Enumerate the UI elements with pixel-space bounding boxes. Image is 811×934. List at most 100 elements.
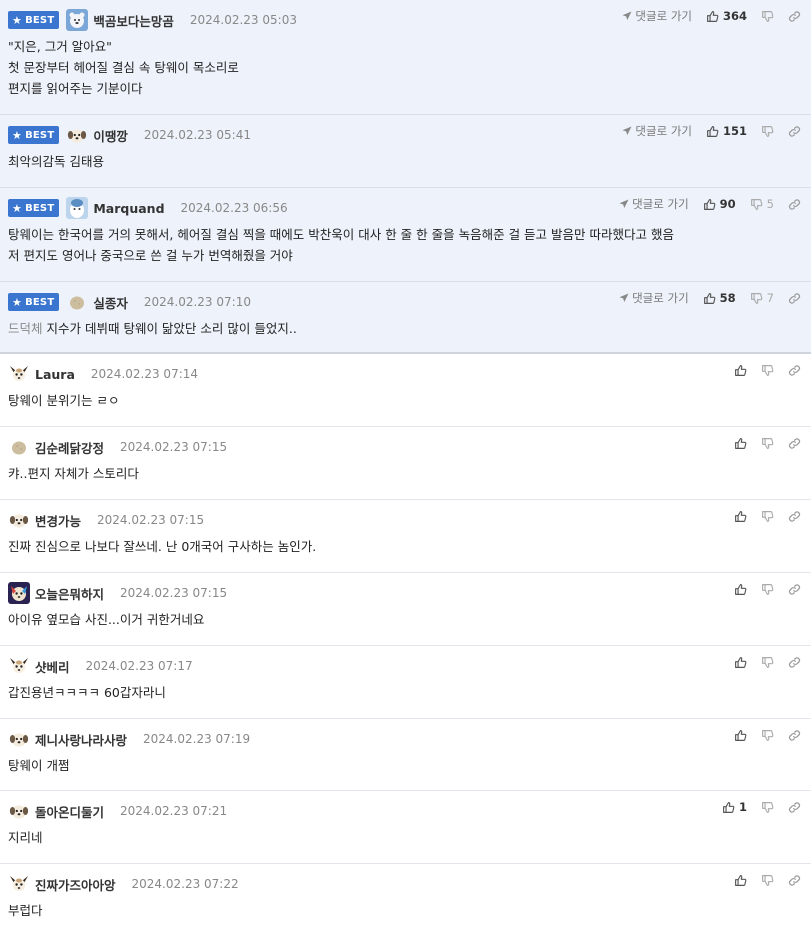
upvote-button[interactable]: 364 [706, 9, 747, 23]
comment-actions [720, 362, 801, 378]
comment-actions: 댓글로 가기 364 [622, 8, 801, 24]
downvote-button[interactable] [761, 437, 774, 450]
thumbs-up-icon [734, 729, 747, 742]
comment-line: 탕웨이 분위기는 ㄹㅇ [8, 390, 803, 411]
downvote-button[interactable]: 5 [750, 197, 774, 211]
avatar[interactable] [8, 873, 30, 895]
upvote-count: 364 [722, 9, 747, 23]
username[interactable]: Marquand [93, 201, 164, 216]
avatar[interactable] [66, 197, 89, 219]
upvote-button[interactable] [734, 729, 747, 742]
go-to-comment-link[interactable]: 댓글로 가기 [619, 290, 689, 306]
downvote-button[interactable] [761, 656, 774, 669]
thumbs-down-icon [761, 656, 774, 669]
comment-text: 부럽다 [8, 903, 43, 918]
username[interactable]: 제니사랑나라사랑 [35, 730, 127, 749]
comment-line: 첫 문장부터 헤어질 결심 속 탕웨이 목소리로 [8, 57, 803, 78]
comment: 샷베리 2024.02.23 07:17 갑진용년ㅋㅋㅋㅋ 60갑자라니 [0, 646, 811, 719]
upvote-button[interactable]: 90 [703, 197, 736, 211]
comment-header: 김순례닭강정 2024.02.23 07:15 [8, 436, 803, 458]
copy-link-button[interactable] [788, 10, 801, 23]
copy-link-button[interactable] [788, 729, 801, 742]
comment-text: 탕웨이 개쩜 [8, 758, 70, 773]
upvote-button[interactable] [734, 583, 747, 596]
avatar[interactable] [8, 509, 30, 531]
go-to-comment-link[interactable]: 댓글로 가기 [622, 8, 692, 24]
comment: 오늘은뭐하지 2024.02.23 07:15 아이유 옆모습 사진...이거 귀한… [0, 573, 811, 646]
comment-text: "지은, 그거 알아요" [8, 39, 112, 54]
comment-body: 아이유 옆모습 사진...이거 귀한거네요 [8, 604, 803, 638]
go-to-comment-link[interactable]: 댓글로 가기 [622, 123, 692, 139]
best-comment: ★ BEST Marquand 2024.02.23 06:56 댓글로 가기 90 5 탕웨… [0, 188, 811, 282]
copy-link-button[interactable] [788, 510, 801, 523]
avatar[interactable] [8, 655, 30, 677]
copy-link-button[interactable] [788, 801, 801, 814]
upvote-button[interactable]: 151 [706, 124, 747, 138]
upvote-count: 151 [722, 124, 747, 138]
username[interactable]: 김순례닭강정 [35, 438, 104, 457]
comment-line: 부럽다 [8, 900, 803, 921]
copy-link-button[interactable] [788, 874, 801, 887]
comment-text: 캬..편지 자체가 스토리다 [8, 466, 139, 481]
avatar[interactable] [8, 800, 30, 822]
star-icon: ★ [12, 128, 23, 142]
avatar[interactable] [66, 9, 89, 31]
upvote-button[interactable]: 1 [722, 800, 747, 814]
best-comment: ★ BEST 실종자 2024.02.23 07:10 댓글로 가기 58 7 드덕체 지수가… [0, 282, 811, 354]
username[interactable]: 진짜가즈아아앙 [35, 875, 116, 894]
downvote-button[interactable] [761, 364, 774, 377]
username[interactable]: 변경가능 [35, 511, 81, 530]
username[interactable]: 샷베리 [35, 657, 70, 676]
upvote-button[interactable]: 58 [703, 291, 736, 305]
upvote-button[interactable] [734, 874, 747, 887]
username[interactable]: 이땡깡 [93, 126, 128, 145]
comment-body: 드덕체 지수가 데뷔때 탕웨이 닮았단 소리 많이 들었지.. [8, 313, 803, 347]
avatar[interactable] [8, 363, 30, 385]
username[interactable]: 돌아온디둘기 [35, 802, 104, 821]
upvote-button[interactable] [734, 437, 747, 450]
downvote-count: 5 [766, 197, 774, 211]
downvote-button[interactable] [761, 510, 774, 523]
copy-link-button[interactable] [788, 583, 801, 596]
downvote-button[interactable] [761, 801, 774, 814]
avatar[interactable] [8, 728, 30, 750]
thumbs-up-icon [722, 801, 735, 814]
link-icon [788, 198, 801, 211]
downvote-count: 7 [766, 291, 774, 305]
copy-link-button[interactable] [788, 364, 801, 377]
upvote-count: 90 [719, 197, 736, 211]
upvote-button[interactable] [734, 364, 747, 377]
avatar[interactable] [66, 291, 88, 313]
star-icon: ★ [12, 201, 23, 215]
avatar[interactable] [8, 582, 30, 604]
send-icon [619, 293, 632, 303]
go-to-comment-link[interactable]: 댓글로 가기 [619, 196, 689, 212]
comment-line: 진짜 진심으로 나보다 잘쓰네. 난 0개국어 구사하는 놈인가. [8, 536, 803, 557]
downvote-button[interactable]: 7 [750, 291, 774, 305]
downvote-button[interactable] [761, 583, 774, 596]
thumbs-up-icon [706, 10, 719, 23]
timestamp: 2024.02.23 07:14 [90, 367, 199, 381]
downvote-button[interactable] [761, 125, 774, 138]
comment-text: 지리네 [8, 830, 43, 845]
username[interactable]: 실종자 [93, 293, 128, 312]
avatar[interactable] [66, 124, 88, 146]
downvote-button[interactable] [761, 729, 774, 742]
copy-link-button[interactable] [788, 198, 801, 211]
copy-link-button[interactable] [788, 656, 801, 669]
avatar[interactable] [8, 436, 30, 458]
username[interactable]: 오늘은뭐하지 [35, 584, 104, 603]
username[interactable]: Laura [35, 367, 75, 382]
downvote-button[interactable] [761, 874, 774, 887]
comment-body: 캬..편지 자체가 스토리다 [8, 458, 803, 492]
copy-link-button[interactable] [788, 292, 801, 305]
best-comment: ★ BEST 이땡깡 2024.02.23 05:41 댓글로 가기 151 최악의감독 김… [0, 115, 811, 188]
upvote-button[interactable] [734, 510, 747, 523]
upvote-button[interactable] [734, 656, 747, 669]
username[interactable]: 백곰보다는망곰 [93, 11, 174, 30]
downvote-button[interactable] [761, 10, 774, 23]
thumbs-down-icon [761, 874, 774, 887]
copy-link-button[interactable] [788, 437, 801, 450]
copy-link-button[interactable] [788, 125, 801, 138]
thumbs-down-icon [761, 125, 774, 138]
